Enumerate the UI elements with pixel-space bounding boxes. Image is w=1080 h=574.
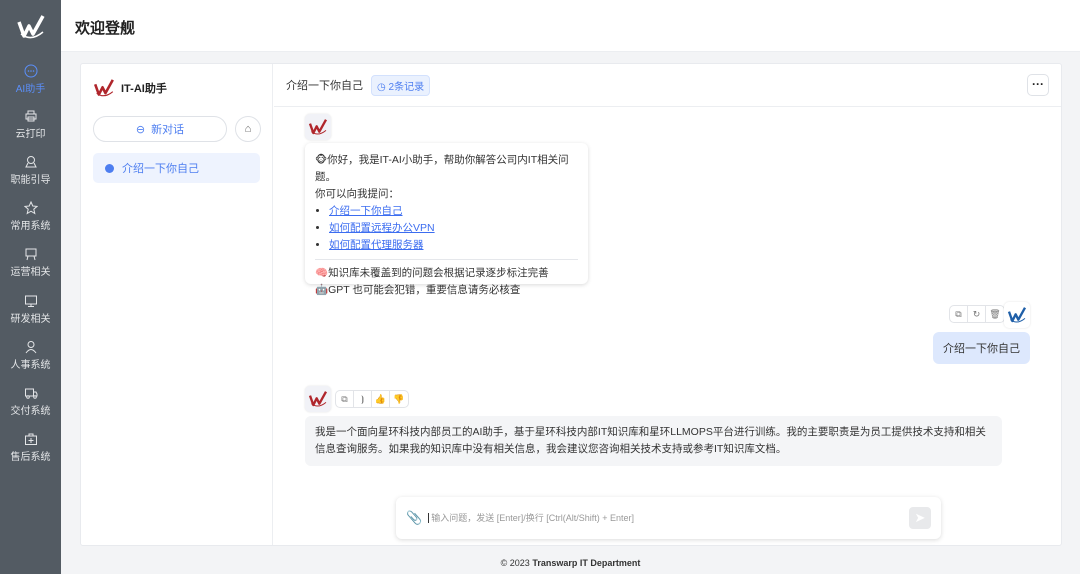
thumbs-down-icon[interactable]: 👎 <box>390 391 408 407</box>
note: 🤖GPT 也可能会犯错，重要信息请务必核查 <box>315 284 521 296</box>
copy-icon[interactable]: ⧉ <box>950 306 968 322</box>
brand: IT-AI助手 <box>93 77 167 99</box>
nav-label: 售后系统 <box>10 452 51 463</box>
welcome-message: 🐵你好，我是IT-AI小助手，帮助你解答公司内IT相关问题。 你可以向我提问： … <box>305 143 588 296</box>
page-title: 欢迎登舰 <box>75 20 136 37</box>
nav-function-guide[interactable]: 职能引导 <box>0 155 61 186</box>
org-name: Transwarp IT Department <box>532 558 641 568</box>
nav-operations[interactable]: 运营相关 <box>0 247 61 278</box>
new-chat-button[interactable]: ⊖ 新对话 <box>93 116 227 142</box>
question-input[interactable] <box>428 513 903 523</box>
suggestion-link[interactable]: 如何配置远程办公VPN <box>329 222 435 234</box>
chat-bubble-icon <box>105 163 114 173</box>
regenerate-icon[interactable]: ↻ <box>968 306 986 322</box>
user-logo-icon <box>1007 305 1027 325</box>
bot-avatar <box>305 114 331 140</box>
conversation-item[interactable]: 介绍一下你自己 <box>93 153 260 183</box>
chat-input-box: 📎 ➤ <box>396 497 941 539</box>
chat-card: IT-AI助手 ⊖ 新对话 ⌂ 介绍一下你自己 介绍一下你自己 ◷ 2条记录 ···… <box>80 63 1062 546</box>
chat-icon: ⊖ <box>135 123 146 136</box>
nav-label: 云打印 <box>15 129 46 140</box>
speaker-icon[interactable]: ⦘ <box>354 391 372 407</box>
monitor-icon <box>24 295 37 307</box>
nav-delivery[interactable]: 交付系统 <box>0 386 61 417</box>
header: 欢迎登舰 <box>61 0 1080 52</box>
delete-icon[interactable]: 🗑 <box>986 306 1004 322</box>
brand-logo <box>93 77 115 99</box>
copyright: © 2023 <box>500 558 530 568</box>
nav-label: 运营相关 <box>10 267 51 278</box>
footer: © 2023 Transwarp IT Department <box>61 558 1080 568</box>
divider <box>315 259 578 260</box>
prompt-text: 你可以向我提问： <box>315 188 399 200</box>
clock-icon: ◷ <box>377 81 389 93</box>
nav-cloud-print[interactable]: 云打印 <box>0 109 61 140</box>
printer-icon <box>25 110 36 122</box>
new-chat-label: 新对话 <box>151 124 185 136</box>
bot-logo-icon <box>308 389 328 409</box>
app-logo <box>16 12 46 42</box>
user-message-tools: ⧉ ↻ 🗑 <box>949 305 1005 323</box>
chat-header: 介绍一下你自己 ◷ 2条记录 <box>274 64 1061 107</box>
medkit-icon <box>24 433 37 445</box>
nav-common-systems[interactable]: 常用系统 <box>0 201 61 232</box>
brand-name: IT-AI助手 <box>121 83 167 95</box>
bot-answer: 我是一个面向星环科技内部员工的AI助手，基于星环科技内部IT知识库和星环LLMO… <box>305 416 1002 466</box>
badge-icon <box>24 156 37 168</box>
presentation-icon <box>25 248 36 261</box>
copy-icon[interactable]: ⧉ <box>336 391 354 407</box>
truck-icon <box>24 388 37 399</box>
nav-label: 研发相关 <box>10 314 51 325</box>
note: 🧠知识库未覆盖到的问题会根据记录逐步标注完善 <box>315 267 549 279</box>
nav-label: 职能引导 <box>10 175 51 186</box>
chat-title: 介绍一下你自己 <box>286 80 363 92</box>
suggestion-link[interactable]: 如何配置代理服务器 <box>329 239 424 251</box>
answer-tools: ⧉ ⦘ 👍 👎 <box>335 390 409 408</box>
sidebar: AI助手 云打印 职能引导 常用系统 运营相关 研发相关 人事系统 交付系统 售… <box>0 0 61 574</box>
conversation-panel: IT-AI助手 ⊖ 新对话 ⌂ 介绍一下你自己 <box>81 64 273 545</box>
nav-ai-assistant[interactable]: AI助手 <box>0 64 61 95</box>
nav-after-sales[interactable]: 售后系统 <box>0 432 61 463</box>
nav-hr[interactable]: 人事系统 <box>0 340 61 371</box>
records-count: 2条记录 <box>388 81 425 93</box>
nav-rnd[interactable]: 研发相关 <box>0 294 61 325</box>
user-message: 介绍一下你自己 <box>933 332 1030 364</box>
paperclip-icon[interactable]: 📎 <box>406 510 422 526</box>
user-avatar <box>1004 302 1030 328</box>
nav-label: 人事系统 <box>10 360 51 371</box>
nav-label: 交付系统 <box>10 406 51 417</box>
conversation-title: 介绍一下你自己 <box>122 163 199 175</box>
star-icon <box>23 201 38 215</box>
nav-label: 常用系统 <box>10 221 51 232</box>
more-options-button[interactable]: ··· <box>1027 74 1049 96</box>
chat-icon <box>24 64 37 78</box>
clear-history-button[interactable]: ⌂ <box>235 116 261 142</box>
records-badge[interactable]: ◷ 2条记录 <box>371 74 431 96</box>
greeting: 🐵你好，我是IT-AI小助手，帮助你解答公司内IT相关问题。 <box>315 154 569 183</box>
broom-icon: ⌂ <box>244 123 252 135</box>
chat-area: 介绍一下你自己 ◷ 2条记录 ··· 🐵你好，我是IT-AI小助手，帮助你解答公司… <box>274 64 1061 545</box>
suggestion-link[interactable]: 介绍一下你自己 <box>329 205 403 217</box>
thumbs-up-icon[interactable]: 👍 <box>372 391 390 407</box>
bot-logo-icon <box>308 117 328 137</box>
send-button[interactable]: ➤ <box>909 507 931 529</box>
nav-label: AI助手 <box>15 84 46 95</box>
user-icon <box>25 341 36 354</box>
bot-avatar <box>305 386 331 412</box>
